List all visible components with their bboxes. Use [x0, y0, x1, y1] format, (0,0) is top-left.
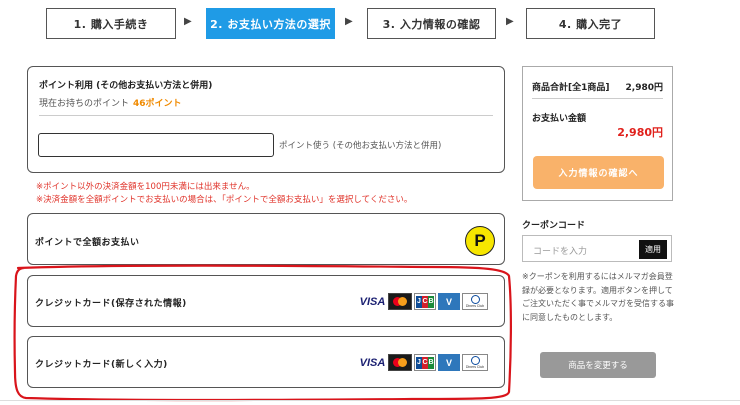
bottom-divider	[0, 400, 740, 401]
summary-divider	[532, 98, 663, 99]
step-3-label: 3. 入力情報の確認	[382, 17, 481, 31]
coupon-placeholder: コードを入力	[533, 247, 588, 257]
step-4-complete: 4. 購入完了	[526, 8, 655, 39]
points-usage-panel: ポイント利用 (その他お支払い方法と併用) 現在お持ちのポイント 46ポイント ポ…	[27, 66, 505, 173]
payment-option-full-points[interactable]: ポイントで全額お支払い P	[27, 213, 505, 265]
step-1-purchase: 1. 購入手続き	[46, 8, 176, 39]
mastercard-icon	[388, 293, 412, 310]
step-2-label: 2. お支払い方法の選択	[210, 17, 331, 31]
subtotal-label: 商品合計[全1商品]	[532, 83, 610, 93]
current-points: 現在お持ちのポイント 46ポイント	[39, 96, 182, 109]
current-points-value: 46ポイント	[133, 99, 182, 109]
payment-option-saved-card[interactable]: クレジットカード(保存された情報) VISA JCB V Diners Club	[27, 275, 505, 327]
total-label: お支払い金額	[532, 114, 587, 124]
step-arrow-icon: ▶	[506, 16, 514, 27]
step-3-confirm: 3. 入力情報の確認	[367, 8, 496, 39]
points-amount-input[interactable]	[38, 133, 274, 157]
step-4-label: 4. 購入完了	[558, 17, 623, 31]
total-value: 2,980円	[617, 126, 663, 139]
coupon-code-input[interactable]: コードを入力 適用	[522, 235, 672, 262]
change-product-button[interactable]: 商品を変更する	[540, 352, 656, 378]
new-card-label: クレジットカード(新しく入力)	[35, 360, 168, 370]
full-points-label: ポイントで全額お支払い	[35, 238, 140, 248]
points-p-icon: P	[465, 226, 495, 256]
diners-club-icon: Diners Club	[462, 293, 488, 310]
points-usage-title: ポイント利用 (その他お支払い方法と併用)	[39, 81, 213, 91]
points-divider	[39, 115, 493, 116]
subtotal-value: 2,980円	[625, 83, 663, 93]
diners-club-text: Diners Club	[465, 365, 485, 369]
visa-icon: VISA	[359, 354, 386, 371]
visa-icon: VISA	[359, 293, 386, 310]
coupon-note: ※クーポンを利用するにはメルマガ会員登録が必要となります。適用ボタンを押してご注…	[522, 272, 674, 322]
diners-club-icon: Diners Club	[462, 354, 488, 371]
step-arrow-icon: ▶	[345, 16, 353, 27]
notice-full-points: ※決済金額を全額ポイントでお支払いの場合は、「ポイントで全額お支払い」を選択して…	[36, 195, 413, 205]
order-summary-panel: 商品合計[全1商品] 2,980円 お支払い金額 2,980円 入力情報の確認へ	[522, 66, 673, 201]
card-brand-logos: VISA JCB V Diners Club	[359, 354, 488, 371]
step-1-label: 1. 購入手続き	[73, 17, 149, 31]
points-input-suffix: ポイント使う (その他お支払い方法と併用)	[279, 141, 442, 151]
mastercard-icon	[388, 354, 412, 371]
coupon-apply-button[interactable]: 適用	[639, 240, 667, 259]
amex-icon: V	[438, 354, 460, 371]
jcb-icon: JCB	[414, 354, 436, 371]
coupon-title: クーポンコード	[522, 221, 586, 231]
step-arrow-icon: ▶	[184, 16, 192, 27]
jcb-icon: JCB	[414, 293, 436, 310]
saved-card-label: クレジットカード(保存された情報)	[35, 299, 187, 309]
amex-icon: V	[438, 293, 460, 310]
notice-min-amount: ※ポイント以外の決済金額を100円未満には出来ません。	[36, 182, 255, 192]
current-points-label: 現在お持ちのポイント	[39, 99, 130, 109]
step-2-payment-method: 2. お支払い方法の選択	[206, 8, 335, 39]
diners-club-text: Diners Club	[465, 304, 485, 308]
confirm-input-button[interactable]: 入力情報の確認へ	[533, 156, 664, 189]
payment-option-new-card[interactable]: クレジットカード(新しく入力) VISA JCB V Diners Club	[27, 336, 505, 388]
card-brand-logos: VISA JCB V Diners Club	[359, 293, 488, 310]
